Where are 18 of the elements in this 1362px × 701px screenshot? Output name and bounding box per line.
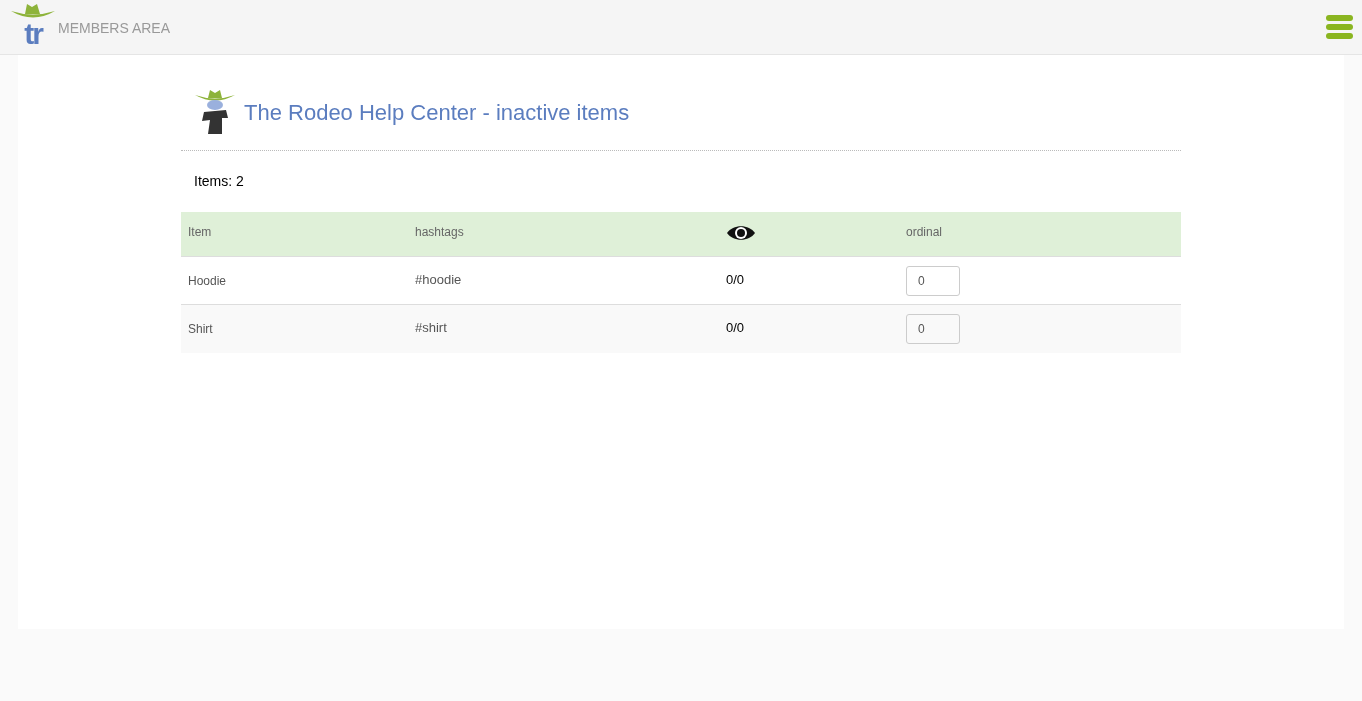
ordinal-input[interactable]: 0 [906, 314, 960, 344]
table-cell: 0/0 [726, 272, 745, 287]
table-cell: 0/0 [726, 320, 745, 335]
table-cell: Hoodie [188, 274, 227, 288]
column-header: hashtags [415, 225, 464, 239]
table-cell: #shirt [415, 320, 447, 335]
column-header: ordinal [906, 225, 943, 239]
table-cell: Shirt [188, 322, 213, 336]
ordinal-input[interactable]: 0 [906, 266, 960, 296]
eye-icon [726, 223, 756, 243]
members-area-title: MEMBERS AREA [58, 18, 171, 38]
items-count: Items: 2 [193, 172, 245, 191]
page-title: The Rodeo Help Center - inactive items [244, 98, 630, 127]
menu-icon[interactable] [1324, 13, 1355, 41]
logo: tr [10, 2, 56, 52]
column-header: Item [188, 225, 212, 239]
table-cell: #hoodie [415, 272, 462, 287]
cowboy-mascot-icon [194, 90, 236, 134]
